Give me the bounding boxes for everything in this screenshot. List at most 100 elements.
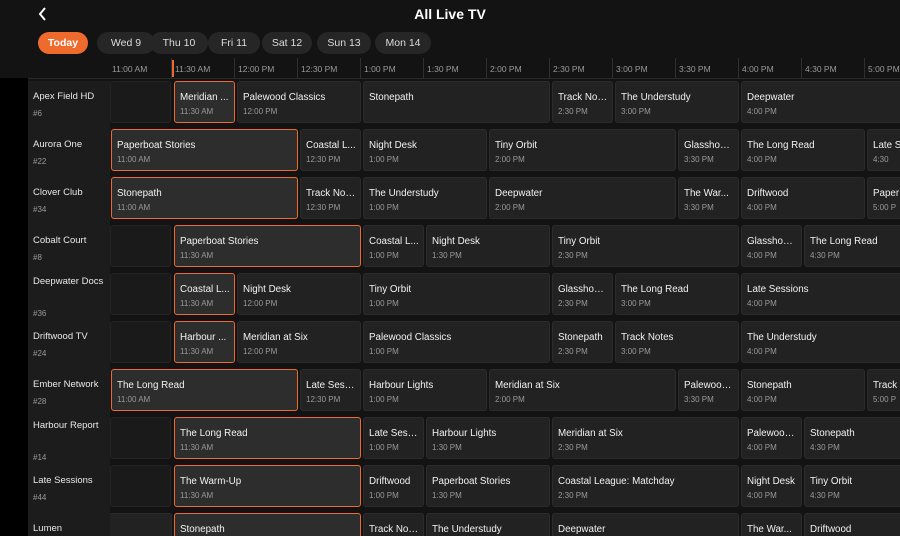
program-cell[interactable]: Late Sessions 4:00 PM	[741, 273, 900, 315]
program-cell[interactable]: Glasshouse 2:30 PM	[552, 273, 613, 315]
program-cell[interactable]: Stonepath	[174, 513, 361, 536]
channel-number: #8	[33, 253, 42, 262]
program-time: 1:30 PM	[432, 491, 462, 500]
program-title: The Understudy	[747, 332, 817, 343]
program-cell[interactable]: Coastal L... 12:30 PM	[300, 129, 361, 171]
program-cell[interactable]: Paperboat Stories 1:30 PM	[426, 465, 550, 507]
program-cell[interactable]: Stonepath 4:30 PM	[804, 417, 900, 459]
program-time: 3:00 PM	[621, 107, 651, 116]
program-cell[interactable]: Meridian at Six 12:00 PM	[237, 321, 361, 363]
program-time: 3:30 PM	[684, 203, 714, 212]
program-cell[interactable]: Palewood... 3:30 PM	[678, 369, 739, 411]
program-cell[interactable]: The Long Read 4:00 PM	[741, 129, 865, 171]
day-tab-6[interactable]: Mon 14	[375, 32, 431, 54]
channel-row[interactable]: Ember Network #28	[28, 369, 110, 413]
program-cell[interactable]: The Warm-Up 11:30 AM	[174, 465, 361, 507]
program-cell[interactable]: Driftwood 1:00 PM	[363, 465, 424, 507]
program-cell[interactable]: Night Desk 12:00 PM	[237, 273, 361, 315]
program-cell[interactable]: The Long Read 3:00 PM	[615, 273, 739, 315]
program-cell[interactable]: Track Not...	[363, 513, 424, 536]
program-cell[interactable]: Deepwater 2:00 PM	[489, 177, 676, 219]
program-cell[interactable]: Glasshouse 4:00 PM	[741, 225, 802, 267]
program-cell[interactable]: Driftwood 4:00 PM	[741, 177, 865, 219]
day-tab-5[interactable]: Sun 13	[317, 32, 371, 54]
program-cell[interactable]: Late S 4:30	[867, 129, 900, 171]
program-title: Tiny Orbit	[369, 284, 412, 295]
channel-row[interactable]: Aurora One #22	[28, 129, 110, 173]
program-cell[interactable]: The Long Read 11:00 AM	[111, 369, 298, 411]
channel-row[interactable]: Clover Club #34	[28, 177, 110, 221]
program-cell[interactable]: The Long Read 4:30 PM	[804, 225, 900, 267]
program-title: The Long Read	[747, 140, 815, 151]
program-cell[interactable]: Tiny Orbit 2:00 PM	[489, 129, 676, 171]
channel-row[interactable]: Cobalt Court #8	[28, 225, 110, 269]
channel-row[interactable]: Late Sessions #44	[28, 465, 110, 509]
program-cell[interactable]: The Understudy 1:00 PM	[363, 177, 487, 219]
program-cell[interactable]: Stonepath 11:00 AM	[111, 177, 298, 219]
program-cell[interactable]: The War... 3:30 PM	[678, 177, 739, 219]
program-cell[interactable]: Meridian at Six 2:00 PM	[489, 369, 676, 411]
program-cell[interactable]: Harbour Lights 1:00 PM	[363, 369, 487, 411]
program-cell[interactable]: Stonepath 2:30 PM	[552, 321, 613, 363]
program-cell[interactable]: Night Desk 1:30 PM	[426, 225, 550, 267]
program-cell[interactable]: The Understudy 3:00 PM	[615, 81, 739, 123]
program-cell[interactable]: assics	[110, 513, 172, 536]
channel-name: Cobalt Court	[33, 235, 87, 246]
program-cell[interactable]: Tiny Orbit 1:00 PM	[363, 273, 550, 315]
program-title: Late Sessions	[747, 284, 809, 295]
channel-row[interactable]: Driftwood TV #24	[28, 321, 110, 365]
program-title: Tiny Orbit	[495, 140, 538, 151]
program-time: 5:00 P	[873, 203, 897, 212]
program-cell[interactable]: The Understudy	[426, 513, 550, 536]
program-time: 2:00 PM	[495, 203, 525, 212]
program-cell[interactable]: Tiny Orbit 4:30 PM	[804, 465, 900, 507]
program-cell[interactable]: Palewood... 4:00 PM	[741, 417, 802, 459]
program-title: Meridian at Six	[243, 332, 308, 343]
program-cell[interactable]: Driftwood	[804, 513, 900, 536]
program-cell[interactable]: Coastal League: Matchday 2:30 PM	[552, 465, 739, 507]
program-time: 11:00 AM	[117, 155, 151, 164]
program-cell[interactable]: Deepwater	[552, 513, 739, 536]
program-cell[interactable]: Track 5:00 P	[867, 369, 900, 411]
channel-row[interactable]: Apex Field HD #6	[28, 81, 110, 125]
page-title: All Live TV	[414, 6, 486, 22]
day-tab-2[interactable]: Thu 10	[150, 32, 208, 54]
program-cell[interactable]: Stonepath 4:00 PM	[741, 369, 865, 411]
program-cell[interactable]: Track Not... 12:30 PM	[300, 177, 361, 219]
program-cell[interactable]: Coastal L... 11:30 AM	[174, 273, 235, 315]
program-cell[interactable]: Night Desk 1:00 PM	[363, 129, 487, 171]
program-cell[interactable]: Paperboat Stories 11:00 AM	[111, 129, 298, 171]
program-cell[interactable]: The Understudy 4:00 PM	[741, 321, 900, 363]
channel-name: Lumen	[33, 523, 63, 534]
day-tab-0[interactable]: Today	[38, 32, 88, 54]
program-cell[interactable]: The War...	[741, 513, 802, 536]
channel-number: #6	[33, 109, 42, 118]
program-cell[interactable]: Harbour ... 11:30 AM	[174, 321, 235, 363]
channel-row[interactable]: Harbour Report #14	[28, 417, 110, 462]
program-cell[interactable]: Palewood Classics 1:00 PM	[363, 321, 550, 363]
program-cell[interactable]: Meridian at Six 2:30 PM	[552, 417, 739, 459]
program-cell[interactable]: Track Notes 3:00 PM	[615, 321, 739, 363]
program-cell[interactable]: Late Sess... 1:00 PM	[363, 417, 424, 459]
program-cell[interactable]: Deepwater 4:00 PM	[741, 81, 900, 123]
program-cell[interactable]: Paper 5:00 P	[867, 177, 900, 219]
day-tab-1[interactable]: Wed 9	[97, 32, 155, 54]
day-tab-4[interactable]: Sat 12	[262, 32, 312, 54]
program-cell[interactable]: Glasshouse 3:30 PM	[678, 129, 739, 171]
program-cell[interactable]: Tiny Orbit 2:30 PM	[552, 225, 739, 267]
program-cell[interactable]: Stonepath	[363, 81, 550, 123]
program-title: Coastal L...	[369, 236, 419, 247]
program-cell[interactable]: Coastal L... 1:00 PM	[363, 225, 424, 267]
program-cell[interactable]: Paperboat Stories 11:30 AM	[174, 225, 361, 267]
program-cell[interactable]: The Long Read 11:30 AM	[174, 417, 361, 459]
day-tab-3[interactable]: Fri 11	[208, 32, 260, 54]
program-title: Stonepath	[117, 188, 162, 199]
program-cell[interactable]: Palewood Classics 12:00 PM	[237, 81, 361, 123]
program-cell[interactable]: Night Desk 4:00 PM	[741, 465, 802, 507]
channel-row[interactable]: Deepwater Docs #36	[28, 273, 110, 318]
program-cell[interactable]: Meridian ... 11:30 AM	[174, 81, 235, 123]
program-cell[interactable]: Harbour Lights 1:30 PM	[426, 417, 550, 459]
channel-row[interactable]: Lumen	[28, 513, 110, 536]
program-cell[interactable]: Track Not... 2:30 PM	[552, 81, 613, 123]
program-cell[interactable]: Late Sess... 12:30 PM	[300, 369, 361, 411]
